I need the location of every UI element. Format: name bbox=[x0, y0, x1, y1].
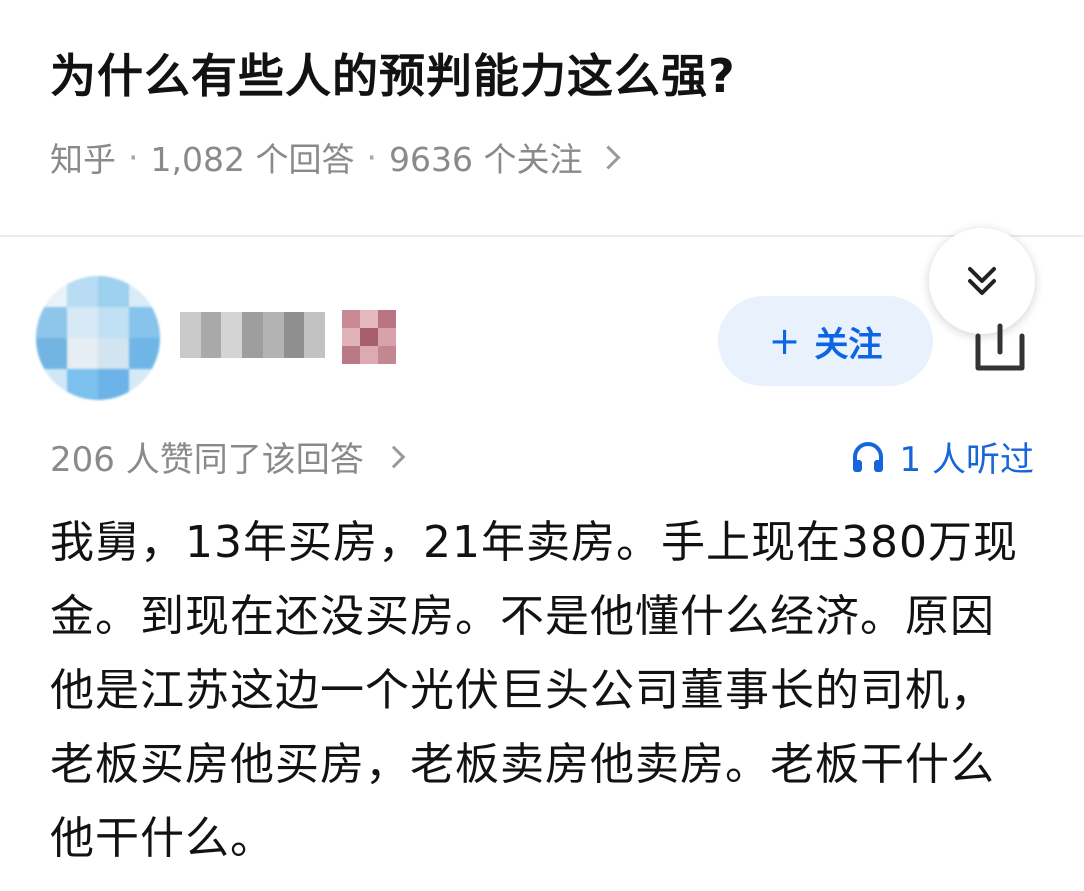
question-title[interactable]: 为什么有些人的预判能力这么强? bbox=[50, 40, 736, 106]
avatar[interactable] bbox=[36, 276, 160, 400]
follow-button[interactable]: + 关注 bbox=[718, 296, 933, 386]
listen-count[interactable]: 1 人听过 bbox=[850, 432, 1034, 481]
upvote-count: 206 人赞同了该回答 bbox=[50, 440, 364, 480]
plus-icon: + bbox=[768, 319, 801, 363]
answer-content[interactable]: 我舅，13年买房，21年卖房。手上现在380万现金。到现在还没买房。不是他懂什么… bbox=[50, 506, 1035, 876]
question-meta[interactable]: 知乎 · 1,082 个回答 · 9636 个关注 bbox=[50, 133, 621, 181]
chevron-right-icon bbox=[596, 144, 621, 170]
answer-count: 1,082 个回答 bbox=[150, 140, 355, 179]
author-badge bbox=[342, 310, 396, 364]
meta-separator: · bbox=[128, 137, 139, 177]
author-name[interactable] bbox=[180, 312, 326, 358]
follow-label: 关注 bbox=[814, 324, 883, 365]
meta-separator: · bbox=[366, 137, 377, 177]
follow-count: 9636 个关注 bbox=[388, 140, 583, 179]
upvote-summary[interactable]: 206 人赞同了该回答 bbox=[50, 432, 406, 481]
headphones-icon bbox=[852, 441, 883, 472]
source-label: 知乎 bbox=[50, 140, 116, 179]
divider bbox=[0, 235, 1084, 237]
listen-label: 1 人听过 bbox=[899, 440, 1034, 480]
chevron-right-icon bbox=[382, 445, 406, 468]
double-chevron-down-icon bbox=[968, 267, 996, 295]
share-icon[interactable] bbox=[970, 318, 1030, 374]
